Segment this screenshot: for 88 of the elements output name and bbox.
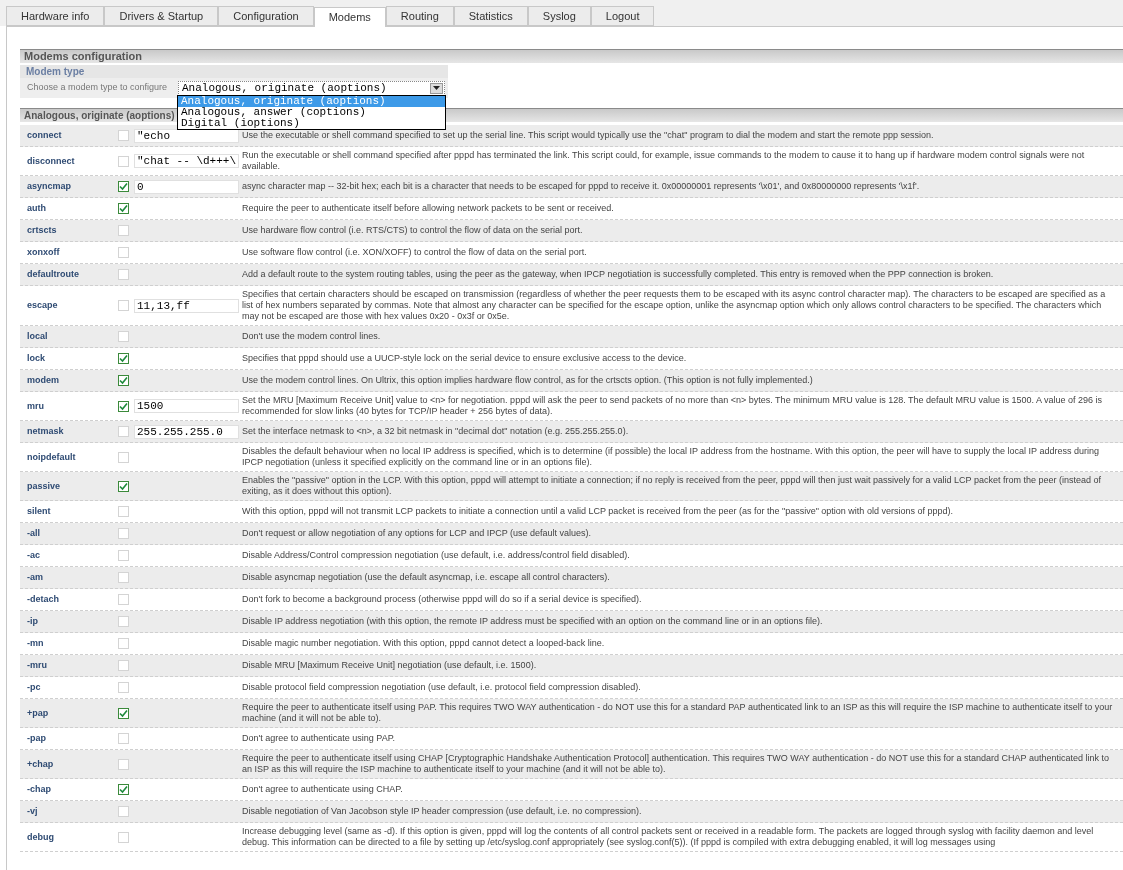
option-description: Don't request or allow negotiation of any options for LCP and IPCP (use default values). (242, 528, 593, 539)
option-name: passive (26, 480, 62, 492)
option-name: +chap (26, 758, 55, 770)
option-description: Use software flow control (i.e. XON/XOFF) to control the flow of data on the serial port. (242, 247, 588, 258)
option-name: -mn (26, 638, 45, 649)
input-field[interactable]: 255.255.255.0 (134, 424, 239, 439)
tab[interactable]: Drivers & Startup (104, 6, 219, 26)
dropdown-caret-icon (430, 82, 443, 94)
option-name: lock (26, 353, 46, 364)
option-description: Set the interface netmask to <n>, a 32 bit netmask in "decimal dot" notation (e.g. 255.255.255.0). (242, 426, 630, 437)
option-description: Disable Address/Control compression negotiation (use default, i.e. address/control field disabled). (242, 550, 631, 561)
tab[interactable]: Statistics (453, 6, 528, 26)
option-name: escape (26, 300, 59, 311)
option-name: local (26, 331, 49, 342)
option-description: Disable protocol field compression negotiation (use default, i.e. protocol field compression disabled). (242, 682, 642, 693)
option-description: Set the MRU [Maximum Receive Unit] value to <n> for negotiation. pppd will ask the peer to send packets of no more than <n> bytes. The minimum MRU value is 128. The default MRU value is 1500. A value of 296 is recommended for slow links (40 bytes for TCP/IP header + 256 bytes of data). (242, 395, 1104, 417)
option-name: connect (26, 130, 63, 141)
tab[interactable]: Logout (590, 6, 655, 26)
checkbox[interactable] (118, 400, 129, 412)
checkbox[interactable] (118, 375, 129, 386)
section-header: Modems configuration (20, 49, 1123, 63)
option-name: -chap (26, 784, 52, 795)
option-description: Require the peer to authenticate itself using CHAP [Cryptographic Handshake Authentication Protocol] authentication. This requires TWO WAY authentication - do NOT use this for a standard CHAP authenticated link to an ISP as this will require the ISP machine to authenticate itself to your machine (and it will not be able to). (242, 753, 1110, 775)
option-description: Run the executable or shell command specified after pppd has terminated the link. This script could, for example, issue commands to the modem to cause it to hang up if hardware modem control signals were not available. (242, 150, 1086, 172)
option-description: Require the peer to authenticate itself using PAP. This requires TWO WAY authentication - do NOT use this for a standard PAP authenticated link to an ISP as this will require the ISP machine to authenticate itself to your machine (and it will not be able to). (242, 702, 1114, 724)
input-field[interactable]: "chat -- \d+++\ (134, 154, 239, 168)
option-description: Add a default route to the system routing tables, using the peer as the gateway, when IPCP negotiation is successfully completed. This entry is removed when the PPP connection is broken. (242, 269, 995, 280)
option-description: Use the modem control lines. On Ultrix, this option implies hardware flow control, as for the crtscts option. (This option is not fully implemented.) (242, 375, 814, 386)
checkbox[interactable] (118, 784, 129, 795)
tab[interactable]: Hardware info (6, 6, 105, 26)
option-description: Enables the "passive" option in the LCP. With this option, pppd will attempt to initiate a connection; if no reply is received from the peer, pppd will then just wait passively for a valid LCP packet from the peer (instead of exiting, as it does without this option). (242, 475, 1103, 497)
option-description: Use hardware flow control (i.e. RTS/CTS) to control the flow of data on the serial port. (242, 225, 584, 236)
input-field[interactable]: 1500 (134, 399, 239, 413)
modem-type-select[interactable]: Analogous, originate (aoptions) (178, 80, 445, 96)
checkbox[interactable] (118, 480, 129, 492)
option-name: disconnect (26, 155, 76, 167)
option-description: Use the executable or shell command specified to set up the serial line. This script would typically use the "chat" program to dial the modem and start the remote ppp session. (242, 130, 935, 141)
option-name: xonxoff (26, 247, 61, 258)
option-description: Disable IP address negotiation (with this option, the remote IP address must be specified with an option on the command line or in an options file). (242, 616, 824, 627)
option-name: -mru (26, 660, 48, 671)
option-description: Increase debugging level (same as -d). If this option is given, pppd will log the contents of all control packets sent or received in a readable form. The packets are logged through syslog with facility daemon and level debug. This information can be directed to a file by setting up /etc/syslog.conf appropriately (see syslog.conf(5)). (If pppd is compiled with extra debugging enabled, it will log messages using (242, 826, 1095, 848)
tab[interactable]: Configuration (218, 6, 314, 26)
option-description: Require the peer to authenticate itself before allowing network packets to be sent or received. (242, 203, 615, 214)
dropdown-option[interactable]: Analogous, answer (coptions) (178, 107, 445, 118)
tab[interactable]: Modems (313, 7, 386, 27)
option-name: modem (26, 375, 60, 386)
option-name: defaultroute (26, 269, 80, 280)
input-field[interactable]: 0 (134, 179, 239, 194)
option-name: asyncmap (26, 181, 73, 192)
option-name: silent (26, 506, 52, 517)
tab[interactable]: Syslog (527, 6, 591, 26)
input-field[interactable]: 11,13,ff (134, 298, 239, 313)
option-name: +pap (26, 707, 50, 719)
field-label: Choose a modem type to configure (27, 81, 169, 95)
option-description: async character map -- 32-bit hex; each bit is a character that needs to be escaped for pppd to receive it. 0x00000001 represents '\x01', and 0x80000000 represents '\x1f'. (242, 181, 921, 192)
option-name: mru (26, 400, 45, 412)
option-name: noipdefault (26, 451, 77, 463)
option-name: -ip (26, 616, 39, 627)
option-description: Don't use the modem control lines. (242, 331, 382, 342)
tab[interactable]: Routing (385, 6, 454, 26)
checkbox[interactable] (118, 707, 129, 719)
option-name: -pc (26, 682, 42, 693)
option-description: With this option, pppd will not transmit LCP packets to initiate a connection until a valid LCP packet is received from the peer (as for the "passive" option with old versions of pppd). (242, 506, 954, 517)
checkbox[interactable] (118, 181, 129, 192)
option-description: Disable MRU [Maximum Receive Unit] negotiation (use default, i.e. 1500). (242, 660, 538, 671)
checkbox[interactable] (118, 203, 129, 214)
option-description: Don't fork to become a background process (otherwise pppd will do so if a serial device is specified). (242, 594, 643, 605)
option-name: auth (26, 203, 47, 214)
option-description: Disable asyncmap negotiation (use the default asyncmap, i.e. escape all control characters). (242, 572, 611, 583)
option-description: Disables the default behaviour when no local IP address is specified, which is to determine (if possible) the local IP address from the hostname. With this option, the peer will have to supply the local IP address during IPCP negotiation (unless it specified explicitly on the command line or in an options file). (242, 446, 1100, 468)
option-name: -detach (26, 594, 60, 605)
option-name: crtscts (26, 225, 58, 236)
option-description: Specifies that certain characters should be escaped on transmission (regardless of whether the peer requests them to be escaped with its async control character map). The characters to be escaped are specified as a list of hex numbers separated by commas. Note that almost any character can be specified for the escape option, unlike the asyncmap option which only allows control characters to be specified. The characters which may not be escaped are those with hex values 0x20 - 0x3f or 0x5e. (242, 289, 1107, 322)
option-description: Don't agree to authenticate using PAP. (242, 733, 396, 744)
option-name: -am (26, 572, 44, 583)
option-name: -all (26, 528, 41, 539)
option-name: -vj (26, 806, 39, 817)
checkbox[interactable] (118, 353, 129, 364)
option-name: -ac (26, 550, 41, 561)
option-name: -pap (26, 733, 47, 744)
subsection-header: Modem type (20, 65, 448, 78)
option-description: Disable negotiation of Van Jacobson style IP header compression (use default, i.e. no compression). (242, 806, 643, 817)
input-field[interactable]: "echo (134, 128, 239, 143)
option-description: Don't agree to authenticate using CHAP. (242, 784, 404, 795)
option-name: debug (26, 831, 55, 843)
option-description: Specifies that pppd should use a UUCP-style lock on the serial device to ensure exclusive access to the device. (242, 353, 688, 364)
option-name: netmask (26, 426, 65, 437)
option-description: Disable magic number negotiation. With this option, pppd cannot detect a looped-back line. (242, 638, 606, 649)
